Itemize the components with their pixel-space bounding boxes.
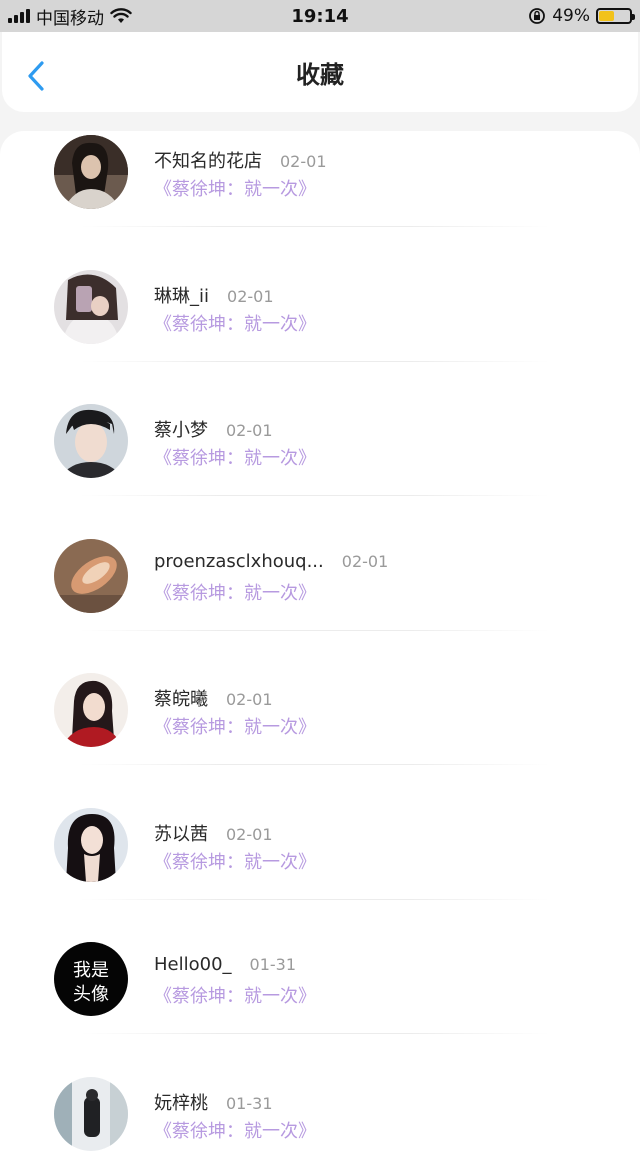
user-name: 蔡小梦 [154, 416, 208, 442]
item-header: 不知名的花店 02-01 [154, 147, 327, 173]
status-left: 中国移动 [8, 4, 132, 29]
song-title[interactable]: 《蔡徐坤：就一次》 [154, 848, 316, 874]
item-date: 02-01 [280, 152, 327, 171]
avatar[interactable] [54, 808, 128, 882]
user-name: 妧梓桃 [154, 1089, 208, 1115]
list-item[interactable]: 蔡小梦 02-01 《蔡徐坤：就一次》 [0, 400, 640, 535]
divider [80, 764, 550, 765]
chevron-left-icon [26, 60, 46, 92]
item-header: 蔡皖曦 02-01 [154, 685, 273, 711]
item-date: 01-31 [250, 955, 297, 974]
divider [80, 495, 550, 496]
item-header: 琳琳_ii 02-01 [154, 282, 274, 308]
song-title[interactable]: 《蔡徐坤：就一次》 [154, 713, 316, 739]
list-item[interactable]: 我是 头像 Hello00_ 01-31 《蔡徐坤：就一次》 [0, 938, 640, 1073]
item-header: proenzasclxhouq... 02-01 [154, 551, 388, 572]
status-bar: 中国移动 19:14 49% [0, 0, 640, 32]
divider [80, 226, 550, 227]
list-item[interactable]: 妧梓桃 01-31 《蔡徐坤：就一次》 [0, 1073, 640, 1151]
avatar[interactable] [54, 404, 128, 478]
song-title[interactable]: 《蔡徐坤：就一次》 [154, 175, 316, 201]
back-button[interactable] [20, 56, 52, 96]
avatar[interactable] [54, 270, 128, 344]
user-name: 琳琳_ii [154, 282, 209, 308]
item-date: 02-01 [227, 287, 274, 306]
list-item[interactable]: 蔡皖曦 02-01 《蔡徐坤：就一次》 [0, 669, 640, 804]
divider [80, 630, 550, 631]
header: 收藏 [2, 32, 638, 112]
favorites-list: 不知名的花店 02-01 《蔡徐坤：就一次》 琳琳_ii 02-01 《蔡徐坤：… [0, 131, 640, 1151]
song-title[interactable]: 《蔡徐坤：就一次》 [154, 982, 316, 1008]
item-date: 02-01 [342, 552, 389, 571]
avatar[interactable] [54, 135, 128, 209]
item-date: 02-01 [226, 690, 273, 709]
item-date: 02-01 [226, 421, 273, 440]
item-header: 妧梓桃 01-31 [154, 1089, 273, 1115]
item-header: 苏以茜 02-01 [154, 820, 273, 846]
song-title[interactable]: 《蔡徐坤：就一次》 [154, 444, 316, 470]
user-name: Hello00_ [154, 954, 232, 975]
list-item[interactable]: 不知名的花店 02-01 《蔡徐坤：就一次》 [0, 131, 640, 266]
avatar[interactable] [54, 539, 128, 613]
signal-icon [8, 9, 30, 23]
user-name: 不知名的花店 [154, 147, 262, 173]
item-header: 蔡小梦 02-01 [154, 416, 273, 442]
list-item[interactable]: 苏以茜 02-01 《蔡徐坤：就一次》 [0, 804, 640, 939]
status-time: 19:14 [291, 6, 348, 27]
divider [80, 361, 550, 362]
user-name: 苏以茜 [154, 820, 208, 846]
song-title[interactable]: 《蔡徐坤：就一次》 [154, 310, 316, 336]
battery-icon [596, 8, 632, 24]
avatar[interactable] [54, 1077, 128, 1151]
battery-percent: 49% [552, 6, 590, 26]
page-title: 收藏 [296, 55, 344, 90]
divider [80, 1033, 550, 1034]
list-item[interactable]: 琳琳_ii 02-01 《蔡徐坤：就一次》 [0, 266, 640, 401]
carrier-label: 中国移动 [36, 4, 104, 29]
battery-level [599, 11, 614, 21]
item-date: 02-01 [226, 825, 273, 844]
orientation-lock-icon [528, 7, 546, 25]
avatar[interactable] [54, 673, 128, 747]
svg-text:我是: 我是 [73, 960, 109, 981]
song-title[interactable]: 《蔡徐坤：就一次》 [154, 579, 316, 605]
item-date: 01-31 [226, 1094, 273, 1113]
item-header: Hello00_ 01-31 [154, 954, 296, 975]
user-name: 蔡皖曦 [154, 685, 208, 711]
avatar[interactable]: 我是 头像 [54, 942, 128, 1016]
wifi-icon [110, 8, 132, 24]
divider [80, 899, 550, 900]
song-title[interactable]: 《蔡徐坤：就一次》 [154, 1117, 316, 1143]
svg-text:头像: 头像 [73, 984, 109, 1005]
user-name: proenzasclxhouq... [154, 551, 324, 572]
list-item[interactable]: proenzasclxhouq... 02-01 《蔡徐坤：就一次》 [0, 535, 640, 670]
status-right: 49% [528, 6, 632, 26]
